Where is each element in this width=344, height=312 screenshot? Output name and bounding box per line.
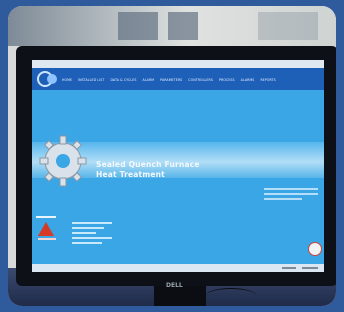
photo-frame: HOME INSTALLED LIST DATA & CYCLES ALARM … (0, 0, 344, 312)
menu-item[interactable]: REPORTS (260, 78, 275, 82)
background-window (258, 12, 318, 40)
monitor-brand: DELL (166, 282, 183, 289)
headline: Sealed Quench Furnace Heat Treatment (96, 160, 200, 180)
text-line (72, 227, 104, 229)
menu-item[interactable]: PARAMETERS (160, 78, 182, 82)
gear-icon (39, 135, 87, 187)
text-line (264, 188, 318, 190)
text-line (72, 237, 112, 239)
menu-item[interactable]: ALARMS (241, 78, 255, 82)
text-line (72, 222, 112, 224)
background-wall (8, 6, 336, 46)
photo: HOME INSTALLED LIST DATA & CYCLES ALARM … (8, 6, 336, 306)
menu-item[interactable]: HOME (62, 78, 72, 82)
text-line (264, 193, 318, 195)
text-line (72, 232, 96, 234)
menu-item[interactable]: ALARM (142, 78, 154, 82)
cable (206, 288, 256, 303)
background-window (168, 12, 198, 40)
brand-caption (36, 216, 56, 218)
monitor-stand (154, 286, 206, 306)
contact-info (72, 222, 112, 247)
monitor: HOME INSTALLED LIST DATA & CYCLES ALARM … (16, 46, 336, 286)
quality-seal-icon (308, 242, 322, 256)
menu-item[interactable]: PROCESS (219, 78, 235, 82)
menu-item[interactable]: INSTALLED LIST (78, 78, 104, 82)
taskbar (32, 264, 324, 272)
company-logo (37, 71, 57, 87)
window-titlebar (32, 60, 324, 68)
text-line (72, 242, 102, 244)
main-menu: HOME INSTALLED LIST DATA & CYCLES ALARM … (62, 78, 276, 82)
monitor-screen: HOME INSTALLED LIST DATA & CYCLES ALARM … (32, 60, 324, 272)
menu-item[interactable]: DATA & CYCLES (110, 78, 136, 82)
text-line (264, 198, 302, 200)
taskbar-text (282, 267, 296, 269)
headline-line: Sealed Quench Furnace (96, 160, 200, 169)
menu-band: HOME INSTALLED LIST DATA & CYCLES ALARM … (32, 68, 324, 90)
triangle-logo-icon (38, 222, 56, 240)
headline-line: Heat Treatment (96, 170, 165, 179)
menu-item[interactable]: CONTROLLERS (188, 78, 213, 82)
taskbar-clock (302, 267, 318, 269)
info-block (264, 188, 318, 203)
background-window (118, 12, 158, 40)
